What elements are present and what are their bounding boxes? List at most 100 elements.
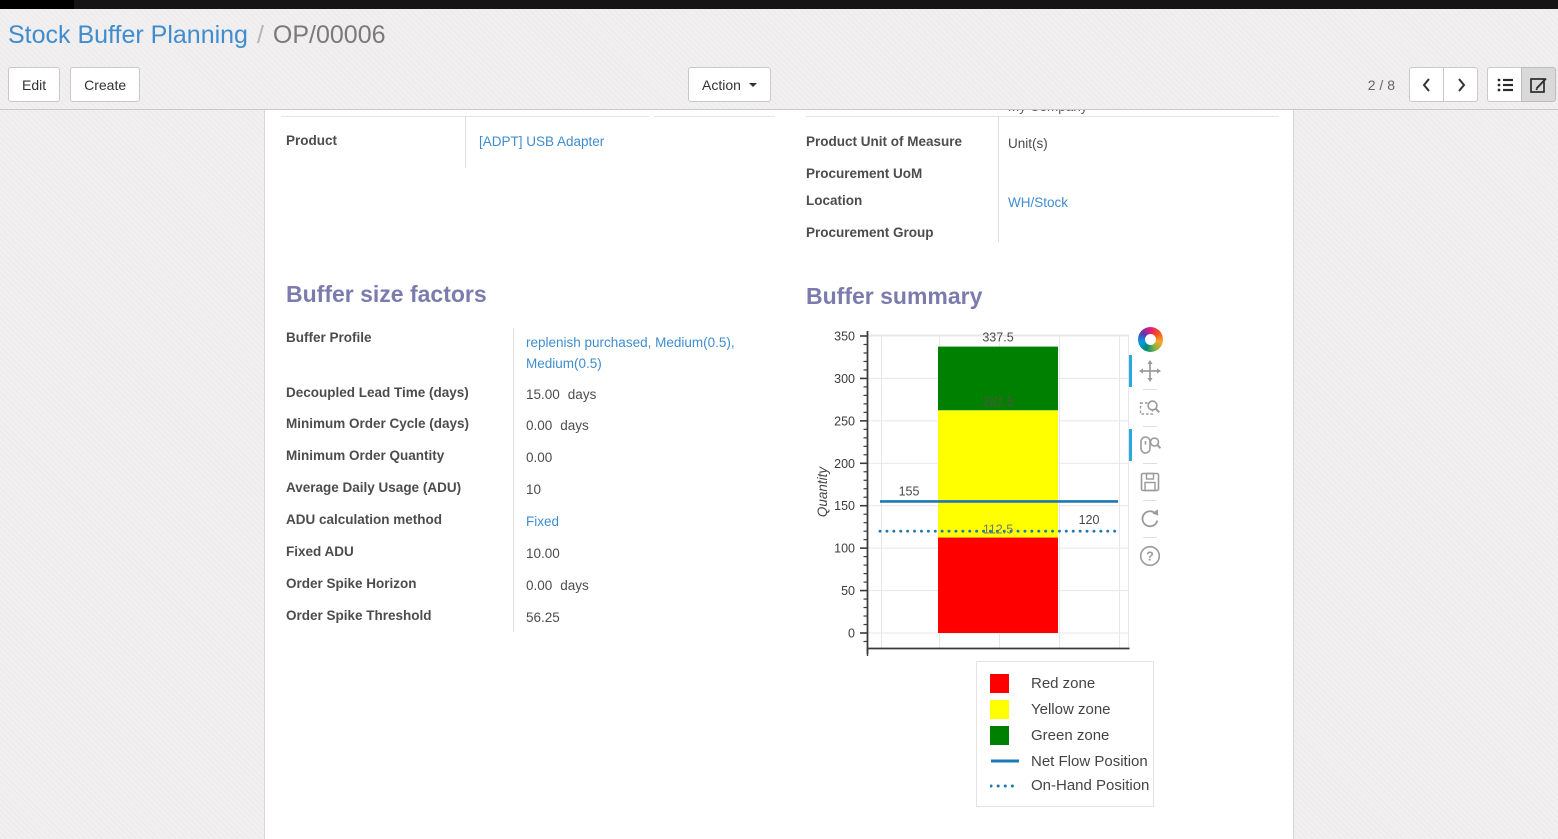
list-view-button[interactable] (1487, 67, 1522, 102)
left-button-group: Edit Create (8, 67, 140, 102)
field-suffix: days (568, 387, 597, 402)
edit-form-icon (1528, 74, 1549, 95)
zone-bar (938, 538, 1058, 633)
legend-item-green-zone: Green zone (990, 726, 1153, 745)
field-value-location-link[interactable]: WH/Stock (1008, 195, 1068, 210)
field-value-adu-method-link[interactable]: Fixed (526, 514, 559, 529)
pager-count: 2 / 8 (1368, 77, 1395, 93)
field-number: 15.00 (526, 387, 560, 402)
breadcrumb-parent-link[interactable]: Stock Buffer Planning (8, 21, 248, 49)
green-zone-swatch (990, 726, 1020, 745)
field-value-decoupled-lead-time: 15.00 days (526, 387, 596, 402)
group-divider (513, 328, 514, 632)
field-value-product-link[interactable]: [ADPT] USB Adapter (479, 134, 604, 149)
chart-value-label: 155 (899, 484, 920, 498)
y-tick-label: 50 (841, 584, 855, 598)
box-zoom-tool-icon[interactable] (1137, 395, 1163, 421)
control-panel: Edit Create Action 2 / 8 (0, 58, 1558, 110)
toolbar-separator (1143, 537, 1157, 538)
field-label-adu: Average Daily Usage (ADU) (286, 480, 461, 495)
field-value-adu: 10 (526, 482, 541, 497)
group-divider (465, 116, 466, 168)
field-label-order-spike-threshold: Order Spike Threshold (286, 608, 432, 623)
chart-value-label: 262.5 (982, 395, 1013, 409)
form-view-button[interactable] (1521, 67, 1556, 102)
action-button-group: Action (688, 67, 771, 102)
field-value-fixed-adu: 10.00 (526, 546, 560, 561)
chart-value-label: 120 (1079, 513, 1100, 527)
list-icon (1495, 75, 1515, 95)
chart-plot-area[interactable]: Quantity 0 50 100 150 200 250 300 350 337.5 262.5… (811, 325, 1133, 661)
toolbar-separator (1143, 389, 1157, 390)
field-label-min-order-cycle: Minimum Order Cycle (days) (286, 416, 469, 431)
caret-down-icon (749, 83, 757, 87)
breadcrumb-separator: / (257, 21, 264, 49)
bokeh-logo-icon[interactable] (1138, 327, 1163, 352)
legend-label: Yellow zone (1031, 701, 1111, 718)
save-tool-icon[interactable] (1137, 469, 1163, 495)
field-number: 0.00 (526, 578, 552, 593)
buffer-summary-chart: Quantity 0 50 100 150 200 250 300 350 337.5 262.5… (807, 320, 1169, 825)
view-switcher (1487, 67, 1556, 102)
red-zone-swatch (990, 674, 1020, 693)
yellow-zone-swatch (990, 700, 1020, 719)
chart-value-label: 337.5 (982, 331, 1013, 345)
chart-value-label: 112.5 (983, 523, 1013, 537)
chevron-right-icon (1454, 77, 1468, 93)
wheel-zoom-tool-icon[interactable] (1137, 432, 1163, 458)
legend-label: Net Flow Position (1031, 753, 1148, 770)
legend-item-on-hand: On-Hand Position (990, 777, 1153, 794)
legend-label: Green zone (1031, 727, 1109, 744)
field-value-order-spike-threshold: 56.25 (526, 610, 560, 625)
chart-legend: Red zone Yellow zone Green zone Net Flow… (976, 661, 1154, 807)
action-dropdown-button[interactable]: Action (688, 67, 771, 102)
y-tick-label: 100 (834, 542, 855, 556)
toolbar-separator (1143, 500, 1157, 501)
pan-tool-icon[interactable] (1137, 358, 1163, 384)
y-tick-label: 150 (834, 499, 855, 513)
breadcrumb: Stock Buffer Planning/OP/00006 (0, 9, 1558, 58)
legend-label: Red zone (1031, 675, 1095, 692)
create-button[interactable]: Create (70, 67, 140, 102)
chart-toolbar: ? (1133, 327, 1167, 569)
help-tool-icon[interactable]: ? (1137, 543, 1163, 569)
clipped-company-value: My Company (1008, 110, 1088, 118)
edit-button[interactable]: Edit (8, 67, 60, 102)
field-label-order-spike-horizon: Order Spike Horizon (286, 576, 417, 591)
y-tick-label: 350 (834, 330, 855, 344)
svg-text:?: ? (1146, 550, 1154, 564)
field-label-location: Location (806, 193, 862, 208)
y-tick-label: 250 (834, 414, 855, 428)
legend-item-red-zone: Red zone (990, 674, 1153, 693)
field-label-procurement-uom: Procurement UoM (806, 166, 922, 181)
y-tick-label: 200 (834, 457, 855, 471)
y-tick-label: 300 (834, 372, 855, 386)
form-sheet: My Company Product [ADPT] USB Adapter Pr… (264, 110, 1294, 839)
field-suffix: days (560, 578, 589, 593)
field-label-min-order-quantity: Minimum Order Quantity (286, 448, 444, 463)
group-divider (998, 116, 999, 242)
y-axis-label: Quantity (815, 466, 830, 518)
toolbar-separator (1143, 426, 1157, 427)
pager-previous-button[interactable] (1409, 67, 1444, 102)
net-flow-line-swatch (990, 754, 1020, 768)
pager-next-button[interactable] (1443, 67, 1478, 102)
navbar-menu-item[interactable] (0, 0, 74, 9)
section-title-buffer-size-factors: Buffer size factors (286, 281, 487, 308)
pager-and-view-switcher: 2 / 8 (1368, 67, 1556, 102)
toolbar-separator (1143, 463, 1157, 464)
on-hand-line-swatch (990, 779, 1020, 793)
legend-item-yellow-zone: Yellow zone (990, 700, 1153, 719)
divider (654, 116, 775, 117)
reset-tool-icon[interactable] (1137, 506, 1163, 532)
field-value-product-uom: Unit(s) (1008, 136, 1048, 151)
legend-item-net-flow: Net Flow Position (990, 753, 1153, 770)
legend-label: On-Hand Position (1031, 777, 1149, 794)
field-value-buffer-profile-link[interactable]: replenish purchased, Medium(0.5), Medium… (526, 332, 782, 374)
chevron-left-icon (1420, 77, 1434, 93)
field-label-product-uom: Product Unit of Measure (806, 134, 962, 149)
field-value-order-spike-horizon: 0.00 days (526, 578, 589, 593)
y-tick-label: 0 (848, 627, 855, 641)
field-label-product: Product (286, 133, 337, 148)
field-label-buffer-profile: Buffer Profile (286, 330, 372, 345)
